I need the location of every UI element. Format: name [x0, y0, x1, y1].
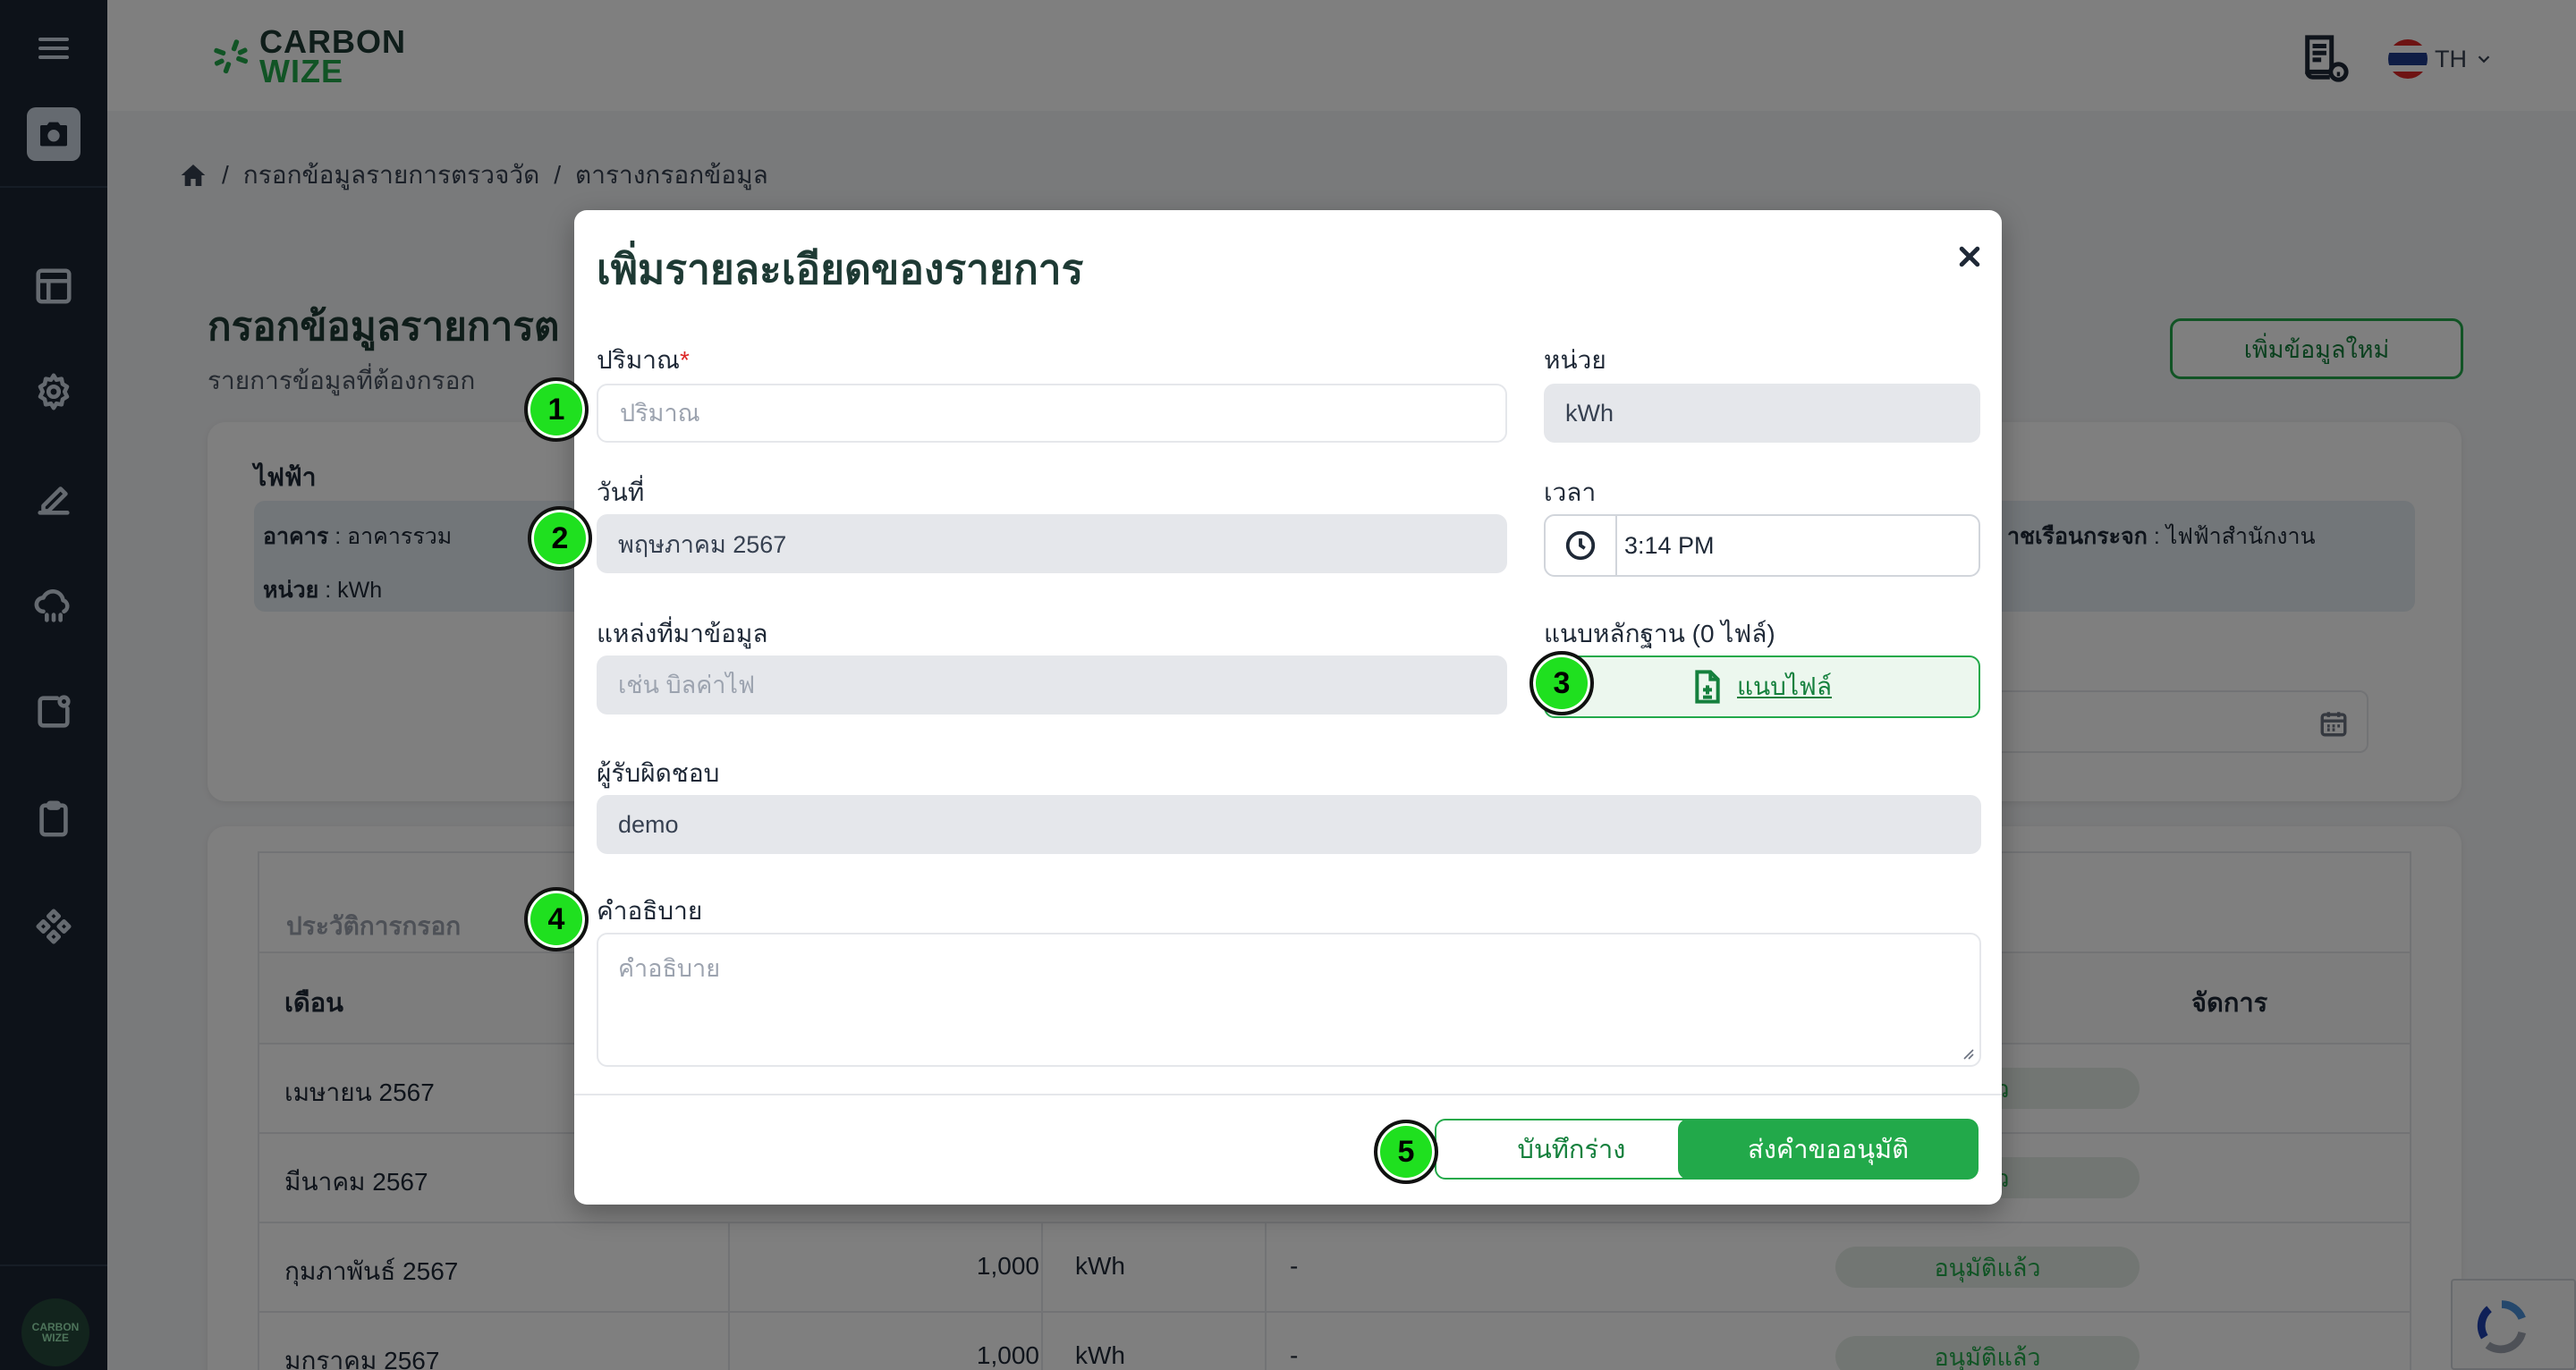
- unit-field: kWh: [1544, 384, 1980, 443]
- date-field[interactable]: พฤษภาคม 2567: [597, 514, 1507, 573]
- step-marker: 5: [1374, 1120, 1438, 1184]
- file-plus-icon: [1695, 670, 1720, 704]
- time-label: เวลา: [1544, 478, 1597, 506]
- close-button[interactable]: [1952, 239, 1987, 275]
- quantity-label: ปริมาณ*: [597, 341, 690, 380]
- attach-file-label: แนบไฟล์: [1736, 672, 1833, 700]
- submit-approval-button[interactable]: ส่งคำขออนุมัติ: [1678, 1119, 1979, 1180]
- save-draft-button[interactable]: บันทึกร่าง: [1435, 1119, 1708, 1180]
- source-label: แหล่งที่มาข้อมูล: [597, 620, 768, 647]
- responsible-label: ผู้รับผิดชอบ: [597, 759, 720, 787]
- close-icon: [1959, 246, 1980, 267]
- source-input[interactable]: [618, 671, 1507, 699]
- description-input[interactable]: [618, 949, 1960, 1051]
- attach-file-button[interactable]: แนบไฟล์: [1544, 655, 1980, 718]
- description-label: คำอธิบาย: [597, 897, 703, 925]
- required-mark: *: [679, 346, 690, 374]
- description-field[interactable]: [597, 933, 1981, 1067]
- modal-title: เพิ่มรายละเอียดของรายการ: [597, 246, 1084, 292]
- responsible-field: demo: [597, 795, 1981, 854]
- step-marker: 2: [528, 506, 592, 571]
- step-marker: 1: [524, 377, 589, 442]
- time-field[interactable]: 3:14 PM: [1544, 514, 1980, 577]
- quantity-input[interactable]: [620, 399, 1505, 427]
- date-label: วันที่: [597, 478, 645, 506]
- source-field[interactable]: [597, 655, 1507, 715]
- quantity-label-text: ปริมาณ: [597, 346, 680, 374]
- clock-icon: [1546, 516, 1617, 575]
- unit-label: หน่วย: [1544, 346, 1606, 374]
- quantity-field[interactable]: [597, 384, 1507, 443]
- resize-handle-icon[interactable]: [1960, 1045, 1974, 1060]
- step-marker: 4: [524, 887, 589, 951]
- time-value[interactable]: 3:14 PM: [1624, 516, 1715, 575]
- evidence-label: แนบหลักฐาน (0 ไฟล์): [1544, 620, 1775, 647]
- modal-footer-divider: [574, 1094, 2002, 1095]
- step-marker: 3: [1530, 651, 1594, 715]
- add-item-detail-modal: เพิ่มรายละเอียดของรายการ ปริมาณ* หน่วย k…: [574, 210, 2002, 1205]
